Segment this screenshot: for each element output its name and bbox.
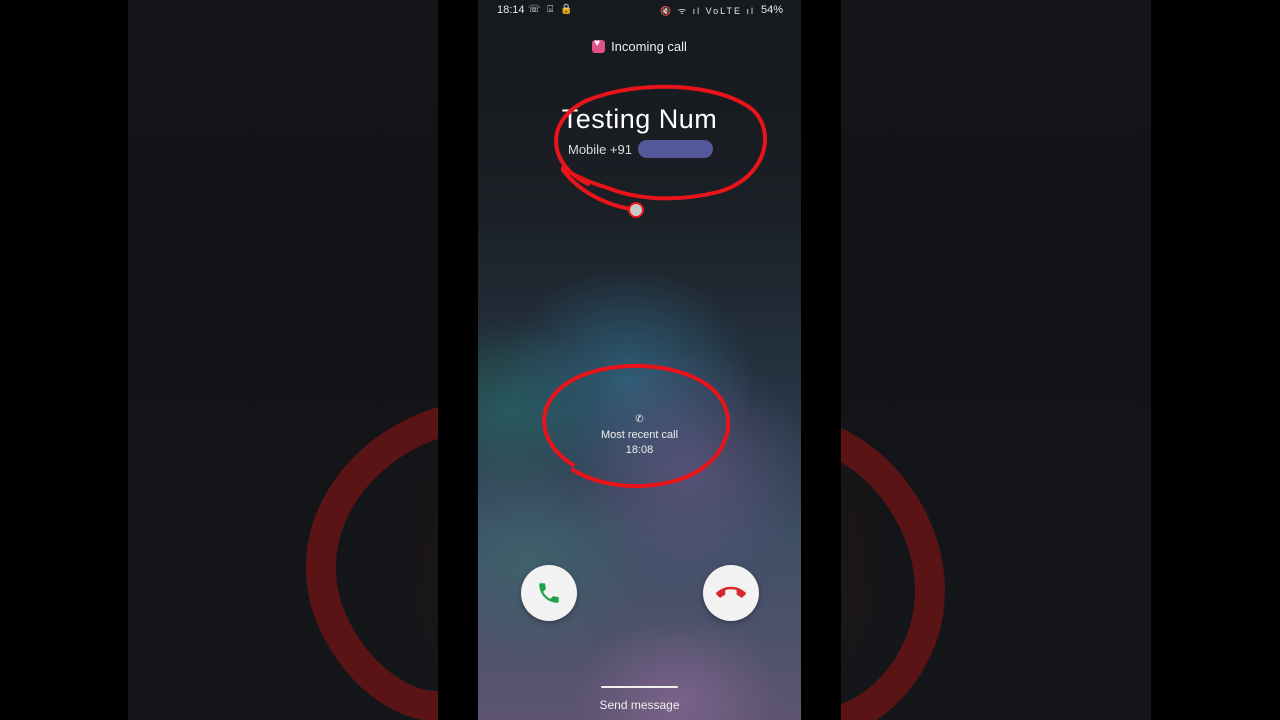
decline-call-button[interactable] — [703, 565, 759, 621]
incoming-call-label: Incoming call — [611, 39, 687, 54]
caller-number: Mobile +91 — [568, 142, 632, 157]
recent-call-time: 18:08 — [625, 444, 654, 456]
phone-small-icon: ✆ — [635, 414, 644, 425]
status-bar: 18:14 ☏ ⌻ 🔒 🔇 ᯤ ıl VoLTE ıl 54% — [478, 3, 801, 19]
send-message-button[interactable]: Send message — [478, 698, 801, 712]
battery-level: 54% — [760, 4, 783, 16]
recent-call-label: Most recent call — [600, 429, 679, 441]
status-icons-left: ☏ ⌻ 🔒 — [528, 4, 575, 15]
status-icons-right: 🔇 ᯤ ıl VoLTE ıl — [660, 6, 755, 16]
caller-name: Testing Num — [561, 104, 718, 134]
blurred-background-right — [841, 0, 1151, 720]
touch-indicator — [628, 202, 644, 218]
accept-call-button[interactable] — [521, 565, 577, 621]
phone-screen: 18:14 ☏ ⌻ 🔒 🔇 ᯤ ıl VoLTE ıl 54% Incoming… — [478, 0, 801, 720]
most-recent-call: ✆ Most recent call 18:08 — [478, 414, 801, 458]
phone-hangup-icon — [716, 586, 746, 598]
phone-icon — [539, 583, 559, 603]
incoming-call-header: Incoming call — [478, 38, 801, 54]
heart-app-icon — [592, 38, 606, 53]
annotation-tail — [561, 168, 638, 212]
swipe-up-handle[interactable] — [601, 686, 678, 688]
status-time: 18:14 — [497, 4, 525, 16]
blurred-background-left — [128, 0, 438, 720]
redaction-scribble — [638, 140, 713, 158]
